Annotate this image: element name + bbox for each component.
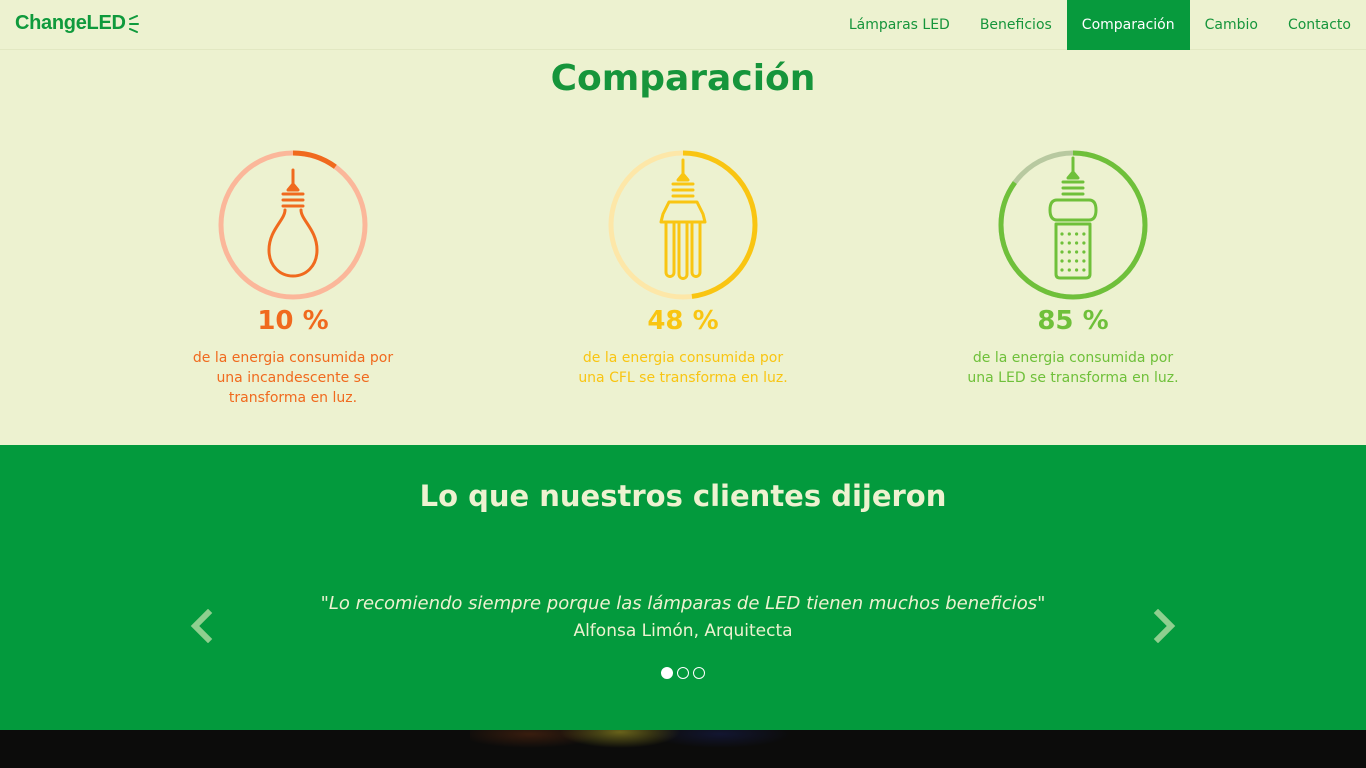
- led-dot: [1067, 232, 1071, 236]
- nav-item-contacto[interactable]: Contacto: [1273, 0, 1366, 50]
- nav-menu: Lámparas LED Beneficios Comparación Camb…: [834, 0, 1366, 50]
- nav-item-label: Cambio: [1204, 17, 1258, 33]
- hero-image-strip: [0, 730, 1366, 768]
- progress-ring: [218, 150, 368, 300]
- nav-item-label: Lámparas LED: [848, 17, 950, 33]
- percent-description: de la energia consumida por una incandes…: [192, 350, 394, 406]
- testimonials-section: Lo que nuestros clientes dijeron "Lo rec…: [0, 445, 1366, 730]
- nav-item-label: Contacto: [1287, 17, 1351, 33]
- brand-name: ChangeLED: [15, 12, 126, 34]
- led-dot: [1067, 268, 1071, 272]
- led-dot: [1060, 232, 1064, 236]
- led-dot: [1075, 250, 1079, 254]
- led-dot: [1075, 259, 1079, 263]
- percent-value: 10 %: [257, 306, 329, 336]
- light-rays-icon: [128, 14, 139, 33]
- comparison-card-incandescent: 10 % de la energia consumida por una inc…: [178, 148, 408, 408]
- led-dot: [1060, 241, 1064, 245]
- nav-item-label: Comparación: [1081, 17, 1175, 33]
- section-title: Comparación: [550, 58, 816, 99]
- carousel-next-arrow-icon[interactable]: [1152, 609, 1178, 643]
- led-bulb-icon: [1048, 156, 1098, 280]
- led-dot: [1075, 268, 1079, 272]
- led-dot: [1060, 250, 1064, 254]
- brand-logo[interactable]: ChangeLED: [15, 12, 140, 35]
- nav-item-lamparas-led[interactable]: Lámparas LED: [834, 0, 965, 50]
- nav-item-label: Beneficios: [979, 17, 1052, 33]
- carousel-indicator[interactable]: [693, 667, 705, 679]
- progress-ring: [608, 150, 758, 300]
- nav-item-comparacion[interactable]: Comparación: [1066, 0, 1190, 50]
- led-dot: [1075, 232, 1079, 236]
- comparison-card-cfl: 48 % de la energia consumida por una CFL…: [568, 148, 798, 388]
- percent-description: de la energia consumida por una CFL se t…: [578, 350, 788, 386]
- navbar: ChangeLED Lámparas LED Beneficios Compar…: [0, 0, 1366, 50]
- led-dot: [1067, 241, 1071, 245]
- led-dot: [1082, 250, 1086, 254]
- section-title: Lo que nuestros clientes dijeron: [419, 479, 947, 513]
- background-glow: [470, 730, 790, 768]
- cfl-bulb-icon: [659, 158, 707, 280]
- carousel-indicator[interactable]: [677, 667, 689, 679]
- led-dot: [1067, 259, 1071, 263]
- led-dot: [1082, 241, 1086, 245]
- comparison-card-led: 85 % de la energia consumida por una LED…: [958, 148, 1188, 388]
- led-dot: [1060, 268, 1064, 272]
- led-dot: [1067, 250, 1071, 254]
- led-dot: [1075, 241, 1079, 245]
- incandescent-bulb-icon: [267, 168, 319, 278]
- carousel-indicators: [0, 667, 1366, 679]
- nav-item-beneficios[interactable]: Beneficios: [965, 0, 1067, 50]
- progress-ring: [998, 150, 1148, 300]
- percent-description: de la energia consumida por una LED se t…: [967, 350, 1179, 386]
- led-dot: [1082, 268, 1086, 272]
- nav-item-cambio[interactable]: Cambio: [1190, 0, 1273, 50]
- percent-value: 85 %: [1037, 306, 1109, 336]
- led-dot: [1060, 259, 1064, 263]
- percent-value: 48 %: [647, 306, 719, 336]
- led-dot: [1082, 232, 1086, 236]
- comparison-section: Comparación 10 % de la energia consumida…: [0, 50, 1366, 445]
- led-dot: [1082, 259, 1086, 263]
- carousel-indicator[interactable]: [661, 667, 673, 679]
